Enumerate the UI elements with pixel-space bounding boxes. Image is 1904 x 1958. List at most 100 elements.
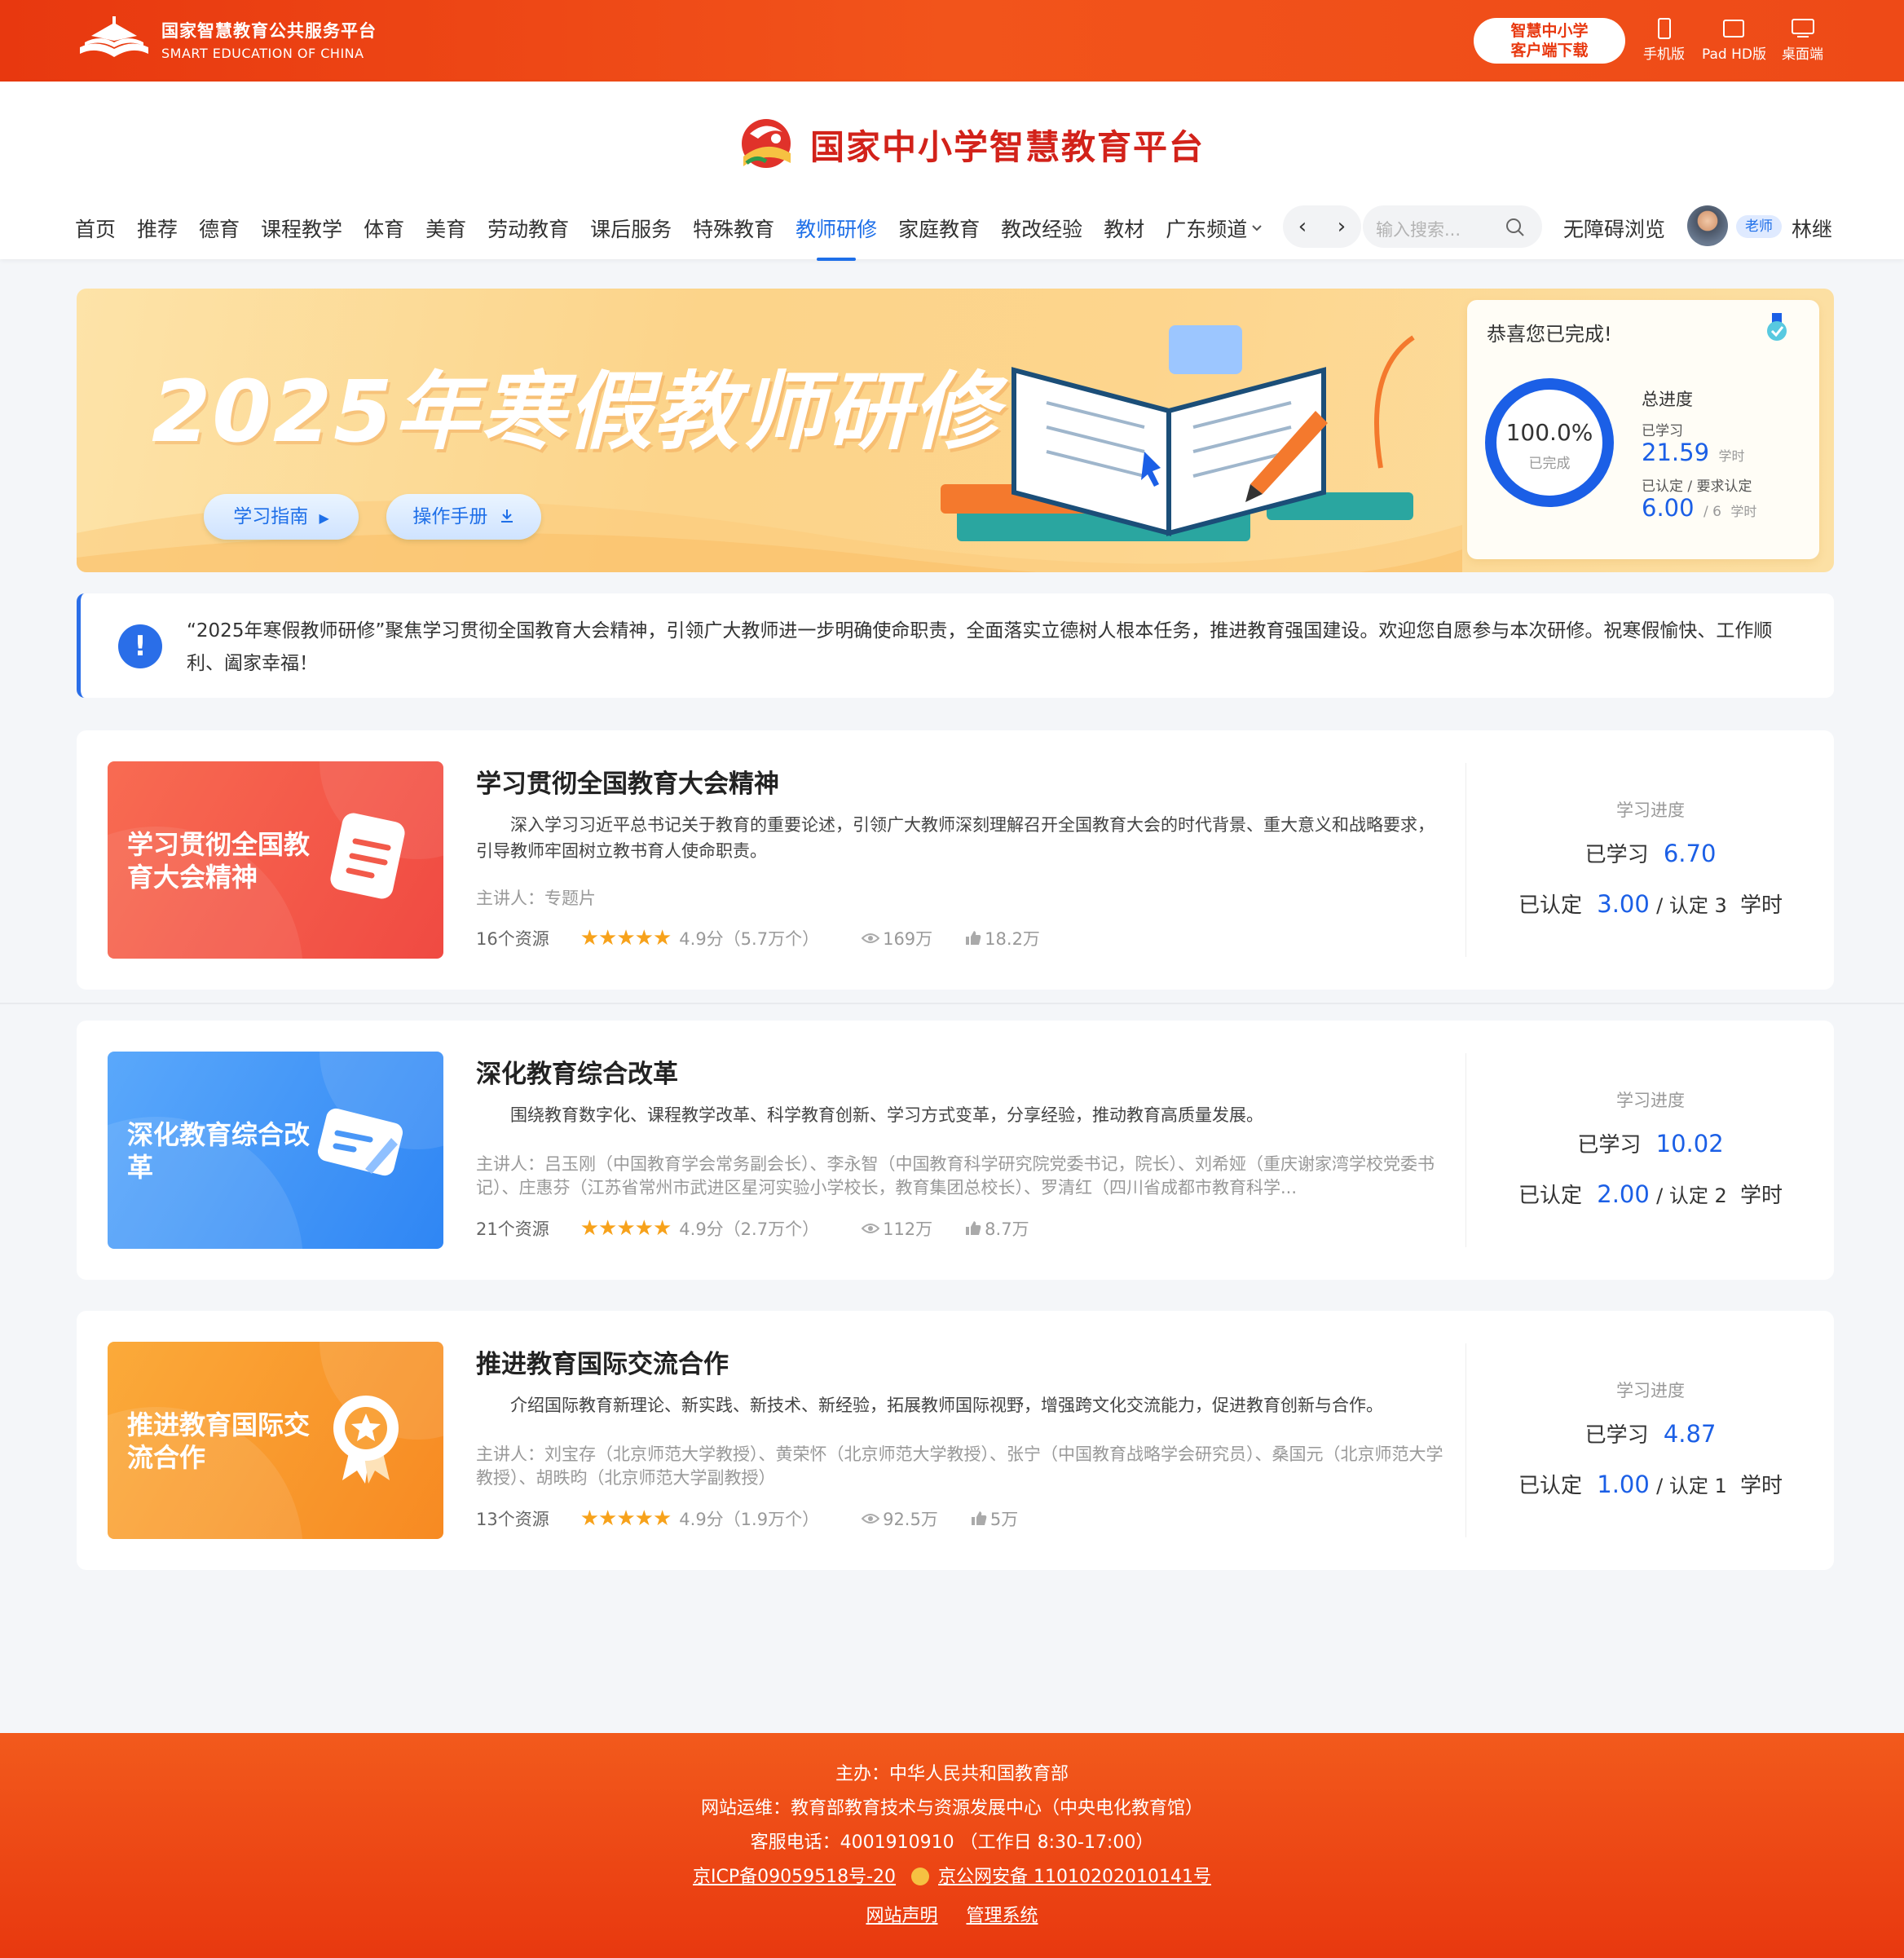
studied-hours: 10.02 (1655, 1130, 1724, 1158)
course-title[interactable]: 学习贯彻全国教育大会精神 (476, 763, 779, 800)
thumbs-up-icon (966, 1221, 981, 1235)
chevron-right-icon[interactable]: › (1338, 214, 1346, 239)
admin-system-link[interactable]: 管理系统 (967, 1906, 1038, 1926)
divider (1465, 1343, 1466, 1537)
nav-item-textbooks[interactable]: 教材 (1104, 214, 1144, 243)
nav-item-home[interactable]: 首页 (75, 214, 116, 243)
search-icon[interactable] (1505, 217, 1526, 238)
nav-item-courses[interactable]: 课程教学 (261, 214, 342, 243)
studied-hours: 21.59 (1642, 439, 1710, 466)
manual-download-button[interactable]: 操作手册 (386, 494, 541, 540)
site-footer: 主办：中华人民共和国教育部 网站运维：教育部教育技术与资源发展中心（中央电化教育… (0, 1733, 1904, 1958)
nav-item-labor[interactable]: 劳动教育 (487, 214, 569, 243)
rating-stars-icon: ★★★★★ (580, 1216, 672, 1241)
eye-icon (862, 933, 880, 943)
client-download-button[interactable]: 智慧中小学 客户端下载 (1474, 18, 1625, 64)
view-count: 92.5万 (883, 1510, 938, 1529)
course-lecturer: 主讲人：专题片 (476, 889, 596, 908)
certified-label: 已认定 (1518, 1474, 1582, 1498)
thumbnail-title: 学习贯彻全国教育大会精神 (127, 829, 311, 893)
desktop-version-link[interactable]: 桌面端 (1782, 18, 1823, 63)
like-count: 18.2万 (985, 929, 1040, 949)
pad-version-link[interactable]: Pad HD版 (1702, 18, 1766, 63)
certified-hours: 1.00 (1597, 1471, 1650, 1498)
mobile-version-link[interactable]: 手机版 (1643, 18, 1685, 63)
notice-text: “2025年寒假教师研修”聚焦学习贯彻全国教育大会精神，引领广大教师进一步明确使… (187, 620, 1773, 674)
platform-brand[interactable]: 国家智慧教育公共服务平台 SMART EDUCATION OF CHINA (77, 15, 377, 64)
course-lecturer: 主讲人：吕玉刚（中国教育学会常务副会长）、李永智（中国教育科学研究院党委书记，院… (476, 1154, 1435, 1197)
required-hours: / 6 (1703, 504, 1721, 520)
nav-item-recommend[interactable]: 推荐 (137, 214, 178, 243)
site-title: 国家中小学智慧教育平台 (810, 126, 1205, 167)
resource-count: 13个资源 (476, 1510, 549, 1529)
main-nav: 首页 推荐 德育 课程教学 体育 美育 劳动教育 课后服务 特殊教育 教师研修 … (75, 212, 1263, 261)
required-hours: / 认定 1 (1656, 1475, 1727, 1497)
course-description: 介绍国际教育新理论、新实践、新技术、新经验，拓展教师国际视野，增强跨文化交流能力… (510, 1396, 1383, 1415)
resource-count: 16个资源 (476, 929, 549, 949)
eye-icon (862, 1224, 880, 1233)
progress-label: 学习进度 (1616, 800, 1685, 820)
brand-name-cn: 国家智慧教育公共服务平台 (161, 20, 377, 41)
icp-link[interactable]: 京ICP备09059518号-20 (693, 1867, 896, 1887)
like-count: 5万 (989, 1510, 1019, 1529)
certified-hours: 3.00 (1597, 890, 1650, 918)
nav-item-arts[interactable]: 美育 (425, 214, 466, 243)
nav-item-after-school[interactable]: 课后服务 (590, 214, 672, 243)
like-count: 8.7万 (985, 1219, 1029, 1239)
course-thumbnail[interactable]: 学习贯彻全国教育大会精神 (108, 761, 443, 959)
nav-item-family[interactable]: 家庭教育 (898, 214, 980, 243)
studied-label: 已学习 (1577, 1133, 1642, 1158)
chevron-left-icon[interactable]: ‹ (1298, 214, 1307, 239)
course-progress: 学习进度 已学习 6.70 已认定 3.00 / 认定 3 学时 (1467, 730, 1834, 990)
mobile-version-label: 手机版 (1643, 46, 1685, 63)
certified-label: 已认定 (1518, 1184, 1582, 1208)
download-line1: 智慧中小学 (1510, 22, 1589, 40)
certified-label: 已认定 (1518, 893, 1582, 918)
total-progress-label: 总进度 (1642, 390, 1693, 409)
course-lecturer: 主讲人：刘宝存（北京师范大学教授）、黄荣怀（北京师范大学教授）、张宁（中国教育战… (476, 1444, 1443, 1488)
course-title[interactable]: 深化教育综合改革 (476, 1053, 678, 1090)
nav-item-sports[interactable]: 体育 (364, 214, 404, 243)
rating-score: 4.9分（5.7万个） (679, 929, 820, 949)
search-input[interactable]: 输入搜索... (1363, 205, 1542, 248)
avatar[interactable] (1687, 205, 1728, 246)
course-thumbnail[interactable]: 深化教育综合改革 (108, 1052, 443, 1249)
nav-item-teacher-training[interactable]: 教师研修 (796, 214, 877, 261)
course-card[interactable]: 推进教育国际交流合作 推进教育国际交流合作 介绍国际教育新理论、新实践、新技术、… (77, 1311, 1834, 1570)
course-card[interactable]: 学习贯彻全国教育大会精神 学习贯彻全国教育大会精神 深入学习习近平总书记关于教育… (77, 730, 1834, 990)
progress-label: 学习进度 (1616, 1091, 1685, 1110)
nav-item-reform[interactable]: 教改经验 (1001, 214, 1082, 243)
nav-scroll-arrows: ‹ › (1283, 205, 1361, 248)
view-count: 169万 (883, 929, 933, 949)
tablet-icon (1723, 20, 1745, 37)
rating-stars-icon: ★★★★★ (580, 1506, 672, 1531)
course-card[interactable]: 深化教育综合改革 深化教育综合改革 围绕教育数字化、课程教学改革、科学教育创新、… (77, 1021, 1834, 1280)
chevron-down-icon[interactable] (1250, 223, 1263, 233)
accessibility-link[interactable]: 无障碍浏览 (1563, 214, 1665, 243)
required-hours: / 认定 2 (1656, 1184, 1727, 1207)
nav-item-moral[interactable]: 德育 (199, 214, 240, 243)
study-guide-button[interactable]: 学习指南 ▶ (204, 494, 359, 540)
search-placeholder: 输入搜索... (1376, 220, 1461, 240)
course-stats: 21个资源 ★★★★★ 4.9分（2.7万个） 112万 8.7万 (476, 1216, 1029, 1241)
pad-version-label: Pad HD版 (1702, 46, 1766, 63)
open-book-illustration-icon (941, 325, 1415, 541)
course-title[interactable]: 推进教育国际交流合作 (476, 1343, 729, 1380)
nav-item-guangdong[interactable]: 广东频道 (1166, 214, 1247, 243)
site-header: 国家中小学智慧教育平台 首页 推荐 德育 课程教学 体育 美育 劳动教育 课后服… (0, 82, 1904, 261)
progress-done-label: 已完成 (1528, 456, 1571, 472)
police-badge-icon (911, 1868, 930, 1885)
site-statement-link[interactable]: 网站声明 (866, 1906, 937, 1926)
hours-unit: 学时 (1740, 1474, 1783, 1498)
police-record-link[interactable]: 京公网安备 11010202010141号 (938, 1867, 1211, 1887)
site-logo[interactable]: 国家中小学智慧教育平台 (734, 114, 1205, 174)
desktop-icon (1791, 19, 1814, 37)
section-divider (0, 1003, 1904, 1004)
username[interactable]: 林继 (1792, 214, 1832, 243)
download-line2: 客户端下载 (1510, 42, 1589, 60)
course-thumbnail[interactable]: 推进教育国际交流合作 (108, 1342, 443, 1539)
studied-hours: 4.87 (1663, 1420, 1717, 1448)
nav-item-special-ed[interactable]: 特殊教育 (693, 214, 774, 243)
course-description: 围绕教育数字化、课程教学改革、科学教育创新、学习方式变革，分享经验，推动教育高质… (510, 1105, 1263, 1125)
role-badge: 老师 (1736, 215, 1782, 238)
